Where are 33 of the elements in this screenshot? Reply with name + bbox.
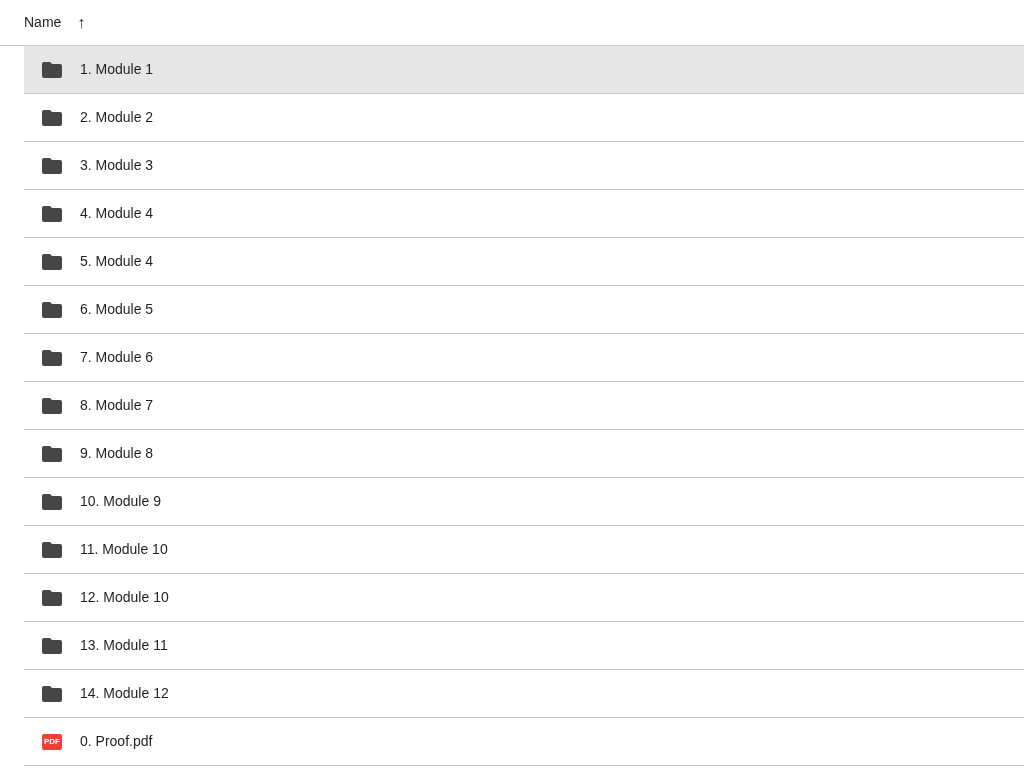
folder-icon: [42, 445, 62, 462]
file-row[interactable]: 1. Module 1: [24, 46, 1024, 94]
name-column-header[interactable]: Name: [24, 12, 62, 33]
file-name: 13. Module 11: [80, 636, 168, 655]
folder-icon: [42, 205, 62, 222]
file-name: 12. Module 10: [80, 588, 169, 607]
file-name: 6. Module 5: [80, 300, 154, 319]
file-name: 1. Module 1: [80, 60, 154, 79]
folder-icon: [42, 397, 62, 414]
file-name: 9. Module 8: [80, 444, 154, 463]
file-name: 2. Module 2: [80, 108, 154, 127]
file-name: 4. Module 4: [80, 204, 154, 223]
folder-icon: [42, 253, 62, 270]
folder-icon: [42, 493, 62, 510]
folder-icon: [42, 109, 62, 126]
folder-icon: [42, 157, 62, 174]
file-name: 10. Module 9: [80, 492, 161, 511]
file-name: 11. Module 10: [80, 540, 168, 559]
file-name: 5. Module 4: [80, 252, 154, 271]
file-name: 3. Module 3: [80, 156, 154, 175]
file-name: 0. Proof.pdf: [80, 732, 153, 751]
file-name: 14. Module 12: [80, 684, 169, 703]
folder-icon: [42, 301, 62, 318]
file-name: 7. Module 6: [80, 348, 154, 367]
file-name: 8. Module 7: [80, 396, 154, 415]
folder-icon: [42, 61, 62, 78]
folder-icon: [42, 685, 62, 702]
folder-icon: [42, 589, 62, 606]
folder-icon: [42, 349, 62, 366]
pdf-icon: PDF: [42, 733, 62, 750]
folder-icon: [42, 637, 62, 654]
sort-arrow-icon[interactable]: ↑: [77, 10, 86, 35]
folder-icon: [42, 541, 62, 558]
